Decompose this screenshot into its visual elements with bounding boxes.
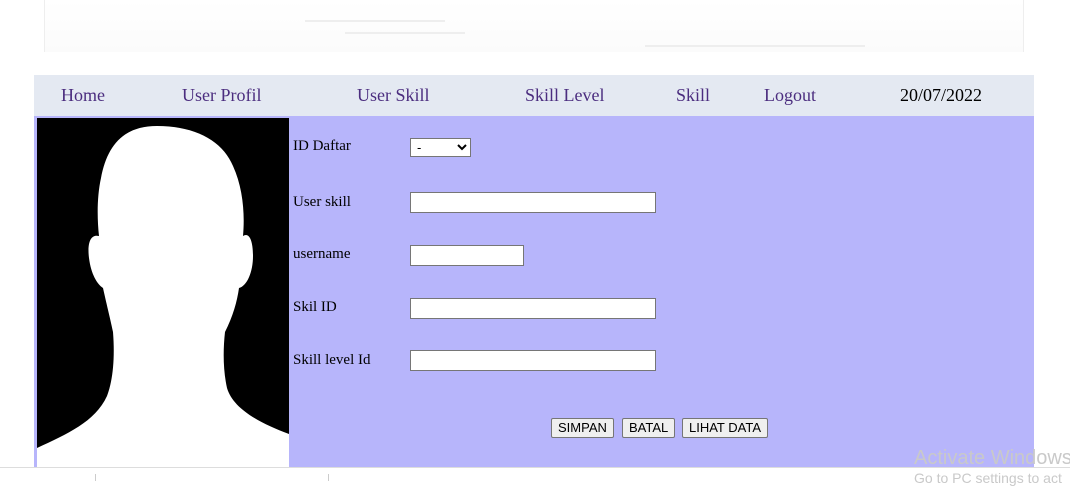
bottom-tick: [95, 474, 96, 481]
lihat-data-button[interactable]: LIHAT DATA: [682, 418, 768, 438]
simpan-button[interactable]: SIMPAN: [551, 418, 614, 438]
form-panel: ID Daftar - User skill username Skil ID …: [34, 116, 1034, 467]
activation-watermark-sub: Go to PC settings to act: [914, 470, 1062, 486]
banner-smudge: [645, 45, 865, 47]
user-skill-label: User skill: [293, 194, 351, 210]
user-skill-input[interactable]: [410, 192, 656, 213]
nav-logout[interactable]: Logout: [764, 85, 816, 106]
profile-photo: [37, 118, 289, 467]
bottom-divider: [0, 467, 1070, 468]
skill-level-id-input[interactable]: [410, 350, 656, 371]
nav-home[interactable]: Home: [61, 85, 105, 106]
nav-skill[interactable]: Skill: [676, 85, 710, 106]
top-nav: Home User Profil User Skill Skill Level …: [34, 75, 1034, 116]
nav-user-skill[interactable]: User Skill: [357, 85, 430, 106]
nav-user-profil[interactable]: User Profil: [182, 85, 262, 106]
username-label: username: [293, 246, 351, 262]
silhouette-avatar-icon: [37, 126, 289, 467]
id-daftar-select[interactable]: -: [410, 138, 471, 157]
skil-id-label: Skil ID: [293, 299, 337, 315]
banner-smudge: [305, 20, 445, 22]
skil-id-input[interactable]: [410, 298, 656, 319]
skill-level-id-label: Skill level Id: [293, 352, 371, 368]
banner-smudge: [345, 32, 465, 34]
batal-button[interactable]: BATAL: [622, 418, 676, 438]
activation-watermark: Activate Windows: [914, 447, 1070, 469]
header-banner: [44, 0, 1024, 52]
current-date: 20/07/2022: [900, 85, 983, 105]
nav-skill-level[interactable]: Skill Level: [525, 85, 605, 106]
id-daftar-label: ID Daftar: [293, 138, 351, 154]
username-input[interactable]: [410, 245, 524, 266]
bottom-tick: [328, 474, 329, 481]
